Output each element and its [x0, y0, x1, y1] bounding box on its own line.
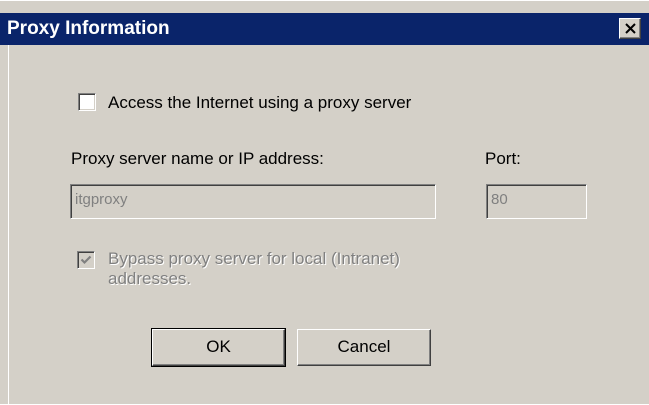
close-icon [625, 23, 636, 34]
bypass-local-label-line1[interactable]: Bypass proxy server for local (Intranet) [108, 249, 400, 269]
ok-button[interactable]: OK [151, 328, 286, 367]
bypass-local-label-line2[interactable]: addresses. [108, 269, 191, 289]
bypass-local-checkbox[interactable] [77, 251, 95, 269]
title-bar[interactable]: Proxy Information [0, 13, 649, 45]
dialog-title: Proxy Information [7, 18, 170, 39]
use-proxy-label[interactable]: Access the Internet using a proxy server [108, 93, 411, 113]
use-proxy-checkbox[interactable] [78, 93, 96, 111]
port-label: Port: [485, 149, 521, 168]
cancel-button[interactable]: Cancel [297, 329, 431, 366]
window-edge [8, 45, 9, 405]
checkmark-icon [80, 255, 92, 265]
port-input[interactable]: 80 [486, 184, 587, 219]
proxy-server-label: Proxy server name or IP address: [71, 149, 324, 168]
close-button[interactable] [619, 18, 641, 39]
proxy-server-input[interactable]: itgproxy [70, 184, 436, 219]
proxy-information-dialog: Proxy Information Access the Internet us… [0, 0, 649, 405]
